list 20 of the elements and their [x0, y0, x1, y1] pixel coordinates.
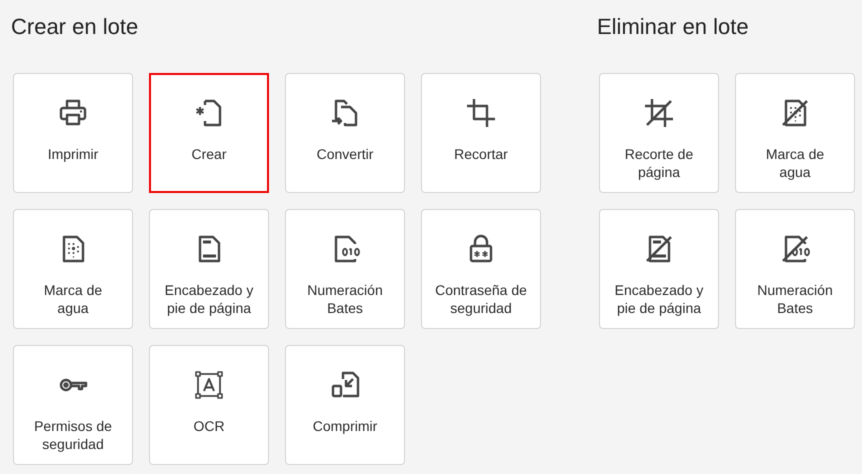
- section-title: Eliminar en lote: [597, 13, 750, 41]
- tool-card[interactable]: Recortar: [421, 73, 541, 193]
- tool-card[interactable]: OCR: [149, 345, 269, 465]
- tool-card[interactable]: Numeración Bates: [285, 209, 405, 329]
- ocr-icon: [193, 369, 225, 401]
- tool-card[interactable]: Encabezado y pie de página: [599, 209, 719, 329]
- section-title: Crear en lote: [11, 13, 140, 41]
- tool-card[interactable]: Crear: [149, 73, 269, 193]
- tool-card[interactable]: Contraseña de seguridad: [421, 209, 541, 329]
- crop-icon: [465, 97, 497, 129]
- tool-card[interactable]: Recorte de página: [599, 73, 719, 193]
- tool-card[interactable]: Imprimir: [13, 73, 133, 193]
- tool-card[interactable]: Marca de agua: [13, 209, 133, 329]
- tool-card[interactable]: Numeración Bates: [735, 209, 855, 329]
- tool-card[interactable]: Marca de agua: [735, 73, 855, 193]
- tool-card[interactable]: Encabezado y pie de página: [149, 209, 269, 329]
- tool-card[interactable]: Comprimir: [285, 345, 405, 465]
- tool-card[interactable]: Permisos de seguridad: [13, 345, 133, 465]
- crop-off-icon: [643, 97, 675, 129]
- tool-card[interactable]: Convertir: [285, 73, 405, 193]
